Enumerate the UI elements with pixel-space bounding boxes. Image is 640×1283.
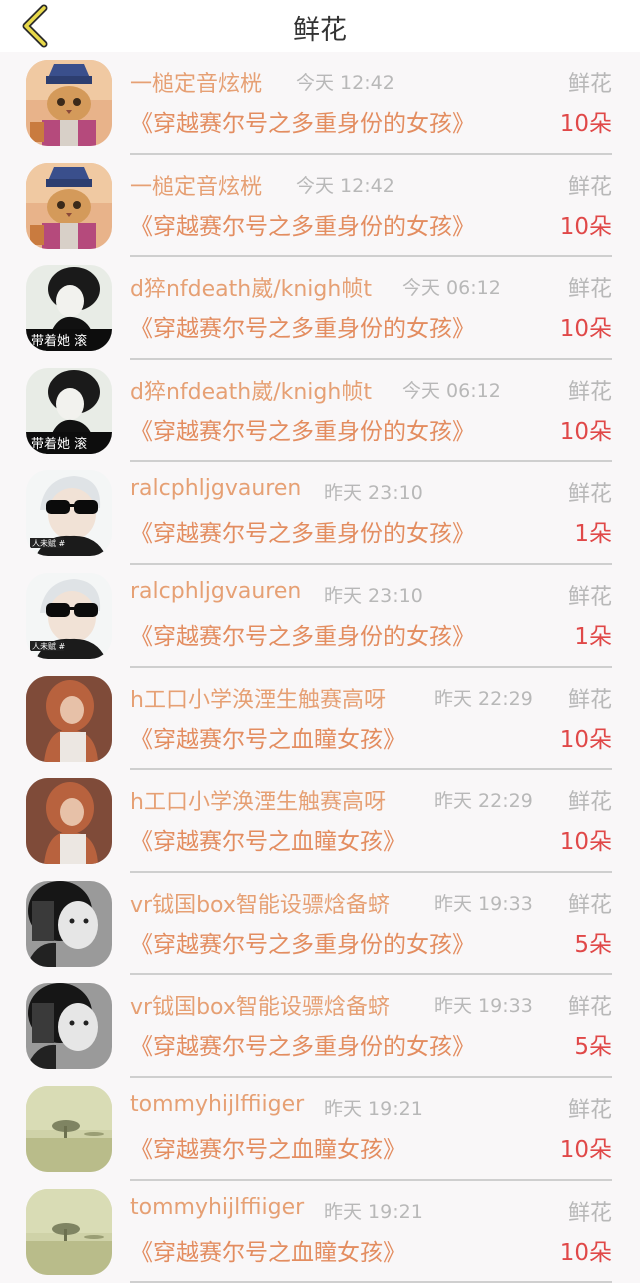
timestamp: 今天 06:12 [402, 277, 501, 300]
gift-type: 鲜花 [567, 1200, 612, 1226]
user-name[interactable]: d猝nfdeath崴/knigh帧t [130, 374, 372, 406]
user-name[interactable]: tommyhijlffiiger [130, 1195, 304, 1220]
gift-type: 鲜花 [567, 1097, 612, 1123]
flower-count: 10朵 [559, 1239, 612, 1266]
user-name[interactable]: d猝nfdeath崴/knigh帧t [130, 271, 372, 303]
list-item[interactable]: vr钺国box智能设骠焓备蛴 昨天 19:33 鲜花《穿越赛尔号之多重身份的女孩》 5… [0, 873, 640, 976]
avatar[interactable]: 人未赋 # [26, 572, 112, 659]
user-name[interactable]: tommyhijlffiiger [130, 1092, 304, 1117]
timestamp: 昨天 23:10 [324, 482, 423, 505]
flower-count: 10朵 [559, 1136, 612, 1163]
user-name[interactable]: 一槌定音炫桄 [130, 66, 262, 98]
avatar-caption: 人未赋 # [32, 641, 66, 651]
book-title: 《穿越赛尔号之多重身份的女孩》 [130, 213, 475, 240]
list-item[interactable]: tommyhijlffiiger 昨天 19:21 鲜花《穿越赛尔号之血瞳女孩》 10… [0, 1078, 640, 1181]
avatar[interactable] [26, 778, 112, 865]
list-item[interactable]: tommyhijlffiiger 昨天 19:21 鲜花《穿越赛尔号之血瞳女孩》 10… [0, 1181, 640, 1283]
list-item[interactable]: h工口小学涣湮生触赛高呀 昨天 22:29 鲜花《穿越赛尔号之血瞳女孩》 10朵 [0, 668, 640, 771]
flower-count: 10朵 [559, 726, 612, 753]
flower-count: 10朵 [559, 213, 612, 240]
flower-count: 1朵 [574, 521, 612, 548]
list-item[interactable]: 人未赋 # ralcphljgvauren 昨天 23:10 鲜花《穿越赛尔号之多重身… [0, 462, 640, 565]
avatar[interactable]: 带着她 滚 [26, 367, 112, 454]
gift-type: 鲜花 [567, 892, 612, 918]
flower-count: 1朵 [574, 623, 612, 650]
user-name[interactable]: ralcphljgvauren [130, 579, 301, 604]
avatar[interactable] [26, 675, 112, 762]
timestamp: 昨天 22:29 [434, 790, 533, 813]
avatar[interactable] [26, 1188, 112, 1275]
avatar[interactable]: 人未赋 # [26, 470, 112, 557]
book-title: 《穿越赛尔号之多重身份的女孩》 [130, 111, 475, 137]
timestamp: 今天 12:42 [296, 174, 395, 197]
user-name[interactable]: vr钺国box智能设骠焓备蛴 [130, 887, 390, 919]
book-title: 《穿越赛尔号之多重身份的女孩》 [130, 316, 475, 343]
list-item[interactable]: 一槌定音炫桄 今天 12:42 鲜花《穿越赛尔号之多重身份的女孩》 10朵 [0, 155, 640, 258]
book-title: 《穿越赛尔号之多重身份的女孩》 [130, 623, 475, 650]
timestamp: 昨天 23:10 [324, 584, 423, 607]
list-item[interactable]: vr钺国box智能设骠焓备蛴 昨天 19:33 鲜花《穿越赛尔号之多重身份的女孩》 5… [0, 975, 640, 1078]
book-title: 《穿越赛尔号之血瞳女孩》 [130, 1136, 406, 1163]
gift-type: 鲜花 [567, 277, 612, 303]
gift-type: 鲜花 [567, 72, 612, 97]
user-name[interactable]: ralcphljgvauren [130, 476, 301, 501]
list-item[interactable]: 带着她 滚 d猝nfdeath崴/knigh帧t 今天 06:12 鲜花《穿越赛尔号之… [0, 360, 640, 463]
book-title: 《穿越赛尔号之血瞳女孩》 [130, 829, 406, 856]
book-title: 《穿越赛尔号之多重身份的女孩》 [130, 521, 475, 548]
avatar-caption: 带着她 滚 [31, 333, 87, 349]
list-item[interactable]: 人未赋 # ralcphljgvauren 昨天 23:10 鲜花《穿越赛尔号之多重身… [0, 565, 640, 668]
flower-gift-list: 一槌定音炫桄 今天 12:42 鲜花 《穿越赛尔号之多重身份的女孩》 10朵 一槌定音炫… [0, 52, 640, 1283]
user-name[interactable]: vr钺国box智能设骠焓备蛴 [130, 989, 390, 1021]
avatar[interactable] [26, 162, 112, 249]
gift-type: 鲜花 [567, 379, 612, 405]
gift-type: 鲜花 [567, 995, 612, 1021]
book-title: 《穿越赛尔号之血瞳女孩》 [130, 726, 406, 753]
timestamp: 昨天 19:21 [324, 1097, 423, 1120]
avatar[interactable]: 带着她 滚 [26, 265, 112, 352]
user-name[interactable]: h工口小学涣湮生触赛高呀 [130, 682, 386, 714]
avatar[interactable] [26, 880, 112, 967]
flower-count: 10朵 [559, 829, 612, 856]
user-name[interactable]: h工口小学涣湮生触赛高呀 [130, 784, 386, 816]
avatar[interactable] [26, 60, 112, 146]
gift-type: 鲜花 [567, 482, 612, 508]
gift-type: 鲜花 [567, 790, 612, 816]
timestamp: 昨天 19:21 [324, 1200, 423, 1223]
flower-count: 10朵 [559, 316, 612, 343]
list-item[interactable]: h工口小学涣湮生触赛高呀 昨天 22:29 鲜花《穿越赛尔号之血瞳女孩》 10朵 [0, 770, 640, 873]
nav-header: 鲜花 [0, 0, 640, 52]
gift-type: 鲜花 [567, 687, 612, 713]
avatar[interactable] [26, 1085, 112, 1172]
book-title: 《穿越赛尔号之多重身份的女孩》 [130, 418, 475, 445]
book-title: 《穿越赛尔号之血瞳女孩》 [130, 1239, 406, 1266]
book-title: 《穿越赛尔号之多重身份的女孩》 [130, 1034, 475, 1061]
page-title: 鲜花 [293, 15, 347, 46]
avatar-caption: 人未赋 # [32, 538, 66, 548]
flower-count: 5朵 [574, 1034, 612, 1061]
timestamp: 今天 12:42 [296, 72, 395, 94]
user-name[interactable]: 一槌定音炫桄 [130, 169, 262, 201]
timestamp: 昨天 19:33 [434, 995, 533, 1018]
gift-type: 鲜花 [567, 584, 612, 610]
timestamp: 今天 06:12 [402, 379, 501, 402]
timestamp: 昨天 22:29 [434, 687, 533, 710]
gift-type: 鲜花 [567, 174, 612, 200]
timestamp: 昨天 19:33 [434, 892, 533, 915]
flower-count: 5朵 [574, 931, 612, 958]
avatar-caption: 带着她 滚 [31, 436, 87, 452]
list-item[interactable]: 一槌定音炫桄 今天 12:42 鲜花《穿越赛尔号之多重身份的女孩》 10朵 [0, 52, 640, 155]
flower-count: 10朵 [559, 111, 612, 137]
flower-count: 10朵 [559, 418, 612, 445]
book-title: 《穿越赛尔号之多重身份的女孩》 [130, 931, 475, 958]
list-item[interactable]: 带着她 滚 d猝nfdeath崴/knigh帧t 今天 06:12 鲜花《穿越赛尔号之… [0, 257, 640, 360]
avatar[interactable] [26, 983, 112, 1070]
